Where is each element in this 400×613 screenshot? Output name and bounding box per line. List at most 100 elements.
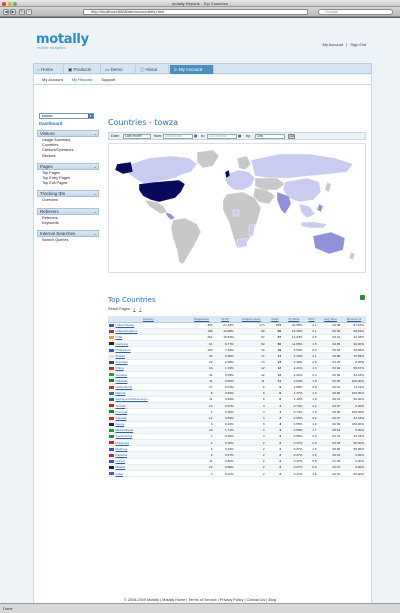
country-link[interactable]: South Africa [116, 434, 133, 438]
map-central-asia[interactable] [254, 177, 286, 191]
map-south-africa[interactable] [236, 237, 248, 249]
map-united-states[interactable] [138, 179, 186, 203]
forward-arrow-icon[interactable]: ▶ [10, 9, 16, 15]
sidebar-section-header[interactable]: Pages ⌄ [37, 162, 99, 170]
country-link[interactable]: Panama [116, 453, 128, 457]
browser-search-field[interactable]: Google [318, 9, 393, 15]
page-number: 2 [139, 307, 142, 311]
sidebar-section-header[interactable]: Referrers ⌄ [37, 207, 99, 215]
date-preset-select[interactable]: Last month [123, 134, 151, 139]
sidebar-section-items: Search Queries [37, 237, 99, 245]
country-link[interactable]: China [116, 366, 124, 370]
site-select[interactable]: towza ▼ [39, 113, 94, 119]
tab-demo[interactable]: ▭ Demo [102, 65, 136, 74]
sidebar-item[interactable]: Keywords [42, 221, 99, 226]
reload-icon[interactable]: ↻ [19, 9, 25, 15]
country-link[interactable]: Moldova [116, 447, 128, 451]
map-canada[interactable] [128, 155, 198, 185]
map-alaska[interactable] [114, 161, 134, 175]
tab-products[interactable]: ▣ Products [65, 65, 101, 74]
country-link[interactable]: Germany [116, 342, 129, 346]
sign-out-link[interactable]: Sign Out [350, 42, 366, 47]
page-2-link[interactable]: 2 [136, 307, 141, 311]
country-link[interactable]: Netherlands [116, 385, 133, 389]
chevron-down-icon[interactable]: ⌄ [94, 164, 97, 169]
country-link[interactable]: Portugal [116, 410, 128, 414]
footer-link[interactable]: Motally Home [162, 598, 185, 602]
calendar-icon[interactable]: ▦ [238, 133, 241, 139]
country-link[interactable]: Australia [116, 360, 128, 364]
chevron-down-icon[interactable]: ⌄ [94, 191, 97, 196]
chevron-down-icon[interactable]: ⌄ [94, 209, 97, 214]
country-link[interactable]: Tunisia [116, 404, 126, 408]
sidebar-section-header[interactable]: Visitors ⌄ [37, 130, 99, 137]
map-mexico[interactable] [144, 199, 168, 215]
sidebar-item[interactable]: Search Queries [42, 238, 99, 243]
calendar-icon[interactable]: ▦ [194, 133, 197, 139]
map-japan[interactable] [324, 181, 332, 193]
map-australia[interactable] [312, 231, 346, 255]
country-link[interactable]: Philippines [116, 348, 131, 352]
table-cell: 0.37% [283, 470, 305, 478]
map-russia[interactable] [250, 153, 354, 179]
sidebar-item[interactable]: Top Exit Pages [42, 181, 99, 186]
back-arrow-icon[interactable]: ◀ [3, 9, 9, 15]
footer-link[interactable]: Terms of Service [188, 598, 216, 602]
map-greenland[interactable] [196, 149, 220, 169]
country-link[interactable]: Israel [116, 472, 124, 476]
chevron-down-icon[interactable]: ⌄ [94, 131, 97, 136]
sidebar-section-header[interactable]: Internal Searches ⌄ [37, 230, 99, 238]
map-nigeria[interactable] [232, 209, 240, 217]
footer-link[interactable]: Blog [268, 598, 276, 602]
my-account-link[interactable]: My Account [322, 42, 343, 47]
map-philippines[interactable] [316, 203, 324, 213]
map-indonesia[interactable] [300, 221, 328, 229]
subnav-my-reports[interactable]: My Reports [72, 77, 92, 82]
map-central-america[interactable] [164, 211, 176, 221]
export-excel-icon[interactable] [360, 295, 365, 300]
country-flag-icon [109, 391, 114, 395]
granularity-select[interactable]: Day [255, 134, 285, 139]
footer-link[interactable]: Contact Us [247, 598, 266, 602]
country-link[interactable]: Malawi [116, 465, 126, 469]
map-south-america[interactable] [170, 217, 202, 265]
country-link[interactable]: Canada [116, 416, 127, 420]
map-scandinavia[interactable] [236, 155, 252, 171]
country-link[interactable]: Serbia and Montenegro [116, 397, 148, 401]
country-link[interactable]: Kenya [116, 422, 125, 426]
country-flag-icon [109, 453, 114, 457]
country-link[interactable]: Russia [116, 354, 125, 358]
country-link[interactable]: France [116, 459, 126, 463]
tab-about[interactable]: ⓘ About [137, 65, 169, 74]
minimize-window-icon[interactable] [7, 1, 12, 6]
footer-link[interactable]: Privacy Policy [220, 598, 244, 602]
country-link[interactable]: Mozambique [116, 428, 134, 432]
zoom-window-icon[interactable] [13, 1, 17, 6]
url-field[interactable]: http://localhost:8888/demo/countries.htm… [83, 9, 308, 15]
map-southeast-asia[interactable] [298, 203, 316, 219]
go-button[interactable]: Go [288, 134, 295, 139]
sidebar-section-header[interactable]: Tracking IDs ⌄ [37, 190, 99, 198]
country-link[interactable]: Pakistan [116, 379, 128, 383]
country-link[interactable]: United States [116, 323, 135, 327]
sidebar-item[interactable]: Devices [42, 154, 99, 159]
subnav-support[interactable]: Support [101, 77, 115, 82]
add-bookmark-icon[interactable]: + [26, 9, 32, 15]
from-date-input[interactable]: 10/01/2008 [163, 134, 193, 139]
country-link[interactable]: Nigeria [116, 391, 126, 395]
subnav-my-account[interactable]: My Account [42, 77, 63, 82]
country-link[interactable]: Jamaica [116, 373, 128, 377]
tab-home[interactable]: ⌂ Home [34, 65, 64, 74]
to-date-input[interactable]: 10/27/2008 [207, 134, 237, 139]
map-mozambique[interactable] [248, 223, 256, 237]
sidebar-item[interactable]: Overview [42, 198, 99, 203]
sidebar-dashboard-link[interactable]: Dashboard [37, 121, 99, 128]
country-link[interactable]: United Kingdom [116, 329, 138, 333]
country-link[interactable]: Indonesia [116, 441, 129, 445]
tab-my-account[interactable]: ☺ My Account [170, 65, 214, 74]
country-link[interactable]: India [116, 335, 123, 339]
table-body: United States 366 27.23% 173 173 31.96% 2.1 00:… [108, 322, 366, 478]
chevron-down-icon[interactable]: ⌄ [94, 231, 97, 236]
map-new-zealand[interactable] [348, 251, 356, 261]
close-window-icon[interactable] [2, 1, 6, 6]
